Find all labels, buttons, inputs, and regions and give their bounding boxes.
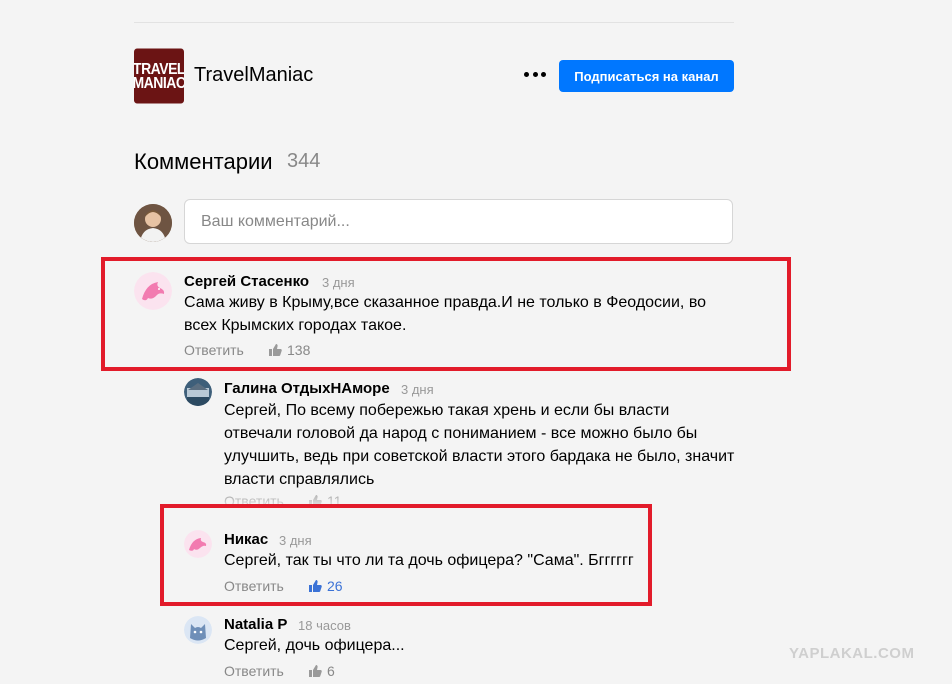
- comment-author[interactable]: Никас: [224, 531, 268, 548]
- comment-author[interactable]: Галина ОтдыхНАморе: [224, 380, 390, 397]
- like-count: 11: [327, 493, 342, 509]
- comment-text: Сергей, так ты что ли та дочь офицера? "…: [224, 549, 634, 572]
- avatar[interactable]: [184, 616, 212, 644]
- comment-line: Сама живу в Крыму,все сказанное правда.И…: [184, 294, 707, 311]
- channel-name[interactable]: TravelManiac: [194, 64, 313, 87]
- channel-logo[interactable]: TRAVEL MANIAC: [134, 48, 184, 104]
- reply-button[interactable]: Ответить: [224, 578, 284, 594]
- comment-input[interactable]: [184, 199, 733, 244]
- reply-button[interactable]: Ответить: [184, 342, 244, 358]
- comment-time: 3 дня: [322, 275, 355, 290]
- channel-logo-line-2: MANIAC: [134, 73, 184, 92]
- top-divider: [134, 22, 734, 23]
- comment-line: отвечали головой да народ с пониманием -…: [224, 425, 698, 442]
- comment-line: Сергей, так ты что ли та дочь офицера? "…: [224, 552, 634, 569]
- comment-line: власти справлялись: [224, 471, 375, 488]
- user-avatar: [134, 204, 172, 242]
- comment-line: улучшить, ведь при советской власти этог…: [224, 448, 735, 465]
- comment-line: всех Крымских городах такое.: [184, 317, 407, 334]
- comment-author[interactable]: Natalia P: [224, 616, 287, 633]
- comment-time: 3 дня: [279, 533, 312, 548]
- comment-time: 3 дня: [401, 382, 434, 397]
- like-button[interactable]: 26: [308, 578, 343, 594]
- comment-text: Сергей, дочь офицера...: [224, 634, 405, 657]
- avatar[interactable]: [134, 272, 172, 310]
- thumbs-up-icon: [309, 580, 322, 592]
- comment-author[interactable]: Сергей Стасенко: [184, 273, 309, 290]
- reply-button[interactable]: Ответить: [224, 663, 284, 679]
- more-options-icon[interactable]: [524, 64, 546, 84]
- comments-count: 344: [287, 150, 321, 172]
- like-count: 6: [327, 663, 335, 679]
- avatar[interactable]: [184, 530, 212, 558]
- like-count: 26: [327, 578, 343, 594]
- comment-text: Сергей, По всему побережью такая хрень и…: [224, 399, 734, 491]
- like-button[interactable]: 138: [268, 342, 310, 358]
- thumbs-up-icon: [309, 495, 322, 507]
- subscribe-button[interactable]: Подписаться на канал: [559, 60, 734, 92]
- comment-line: Сергей, По всему побережью такая хрень и…: [224, 402, 670, 419]
- like-button[interactable]: 6: [308, 663, 335, 679]
- comment-time: 18 часов: [298, 618, 351, 633]
- like-count: 138: [287, 342, 311, 358]
- comment-line: Сергей, дочь офицера...: [224, 637, 405, 654]
- comments-title: Комментарии: [134, 149, 273, 174]
- avatar[interactable]: [184, 378, 212, 406]
- comment-text: Сама живу в Крыму,все сказанное правда.И…: [184, 291, 706, 337]
- thumbs-up-icon: [269, 344, 282, 356]
- thumbs-up-icon: [309, 665, 322, 677]
- like-button[interactable]: 11: [308, 493, 342, 509]
- watermark: YAPLAKAL.COM: [789, 645, 915, 662]
- reply-button[interactable]: Ответить: [224, 493, 284, 509]
